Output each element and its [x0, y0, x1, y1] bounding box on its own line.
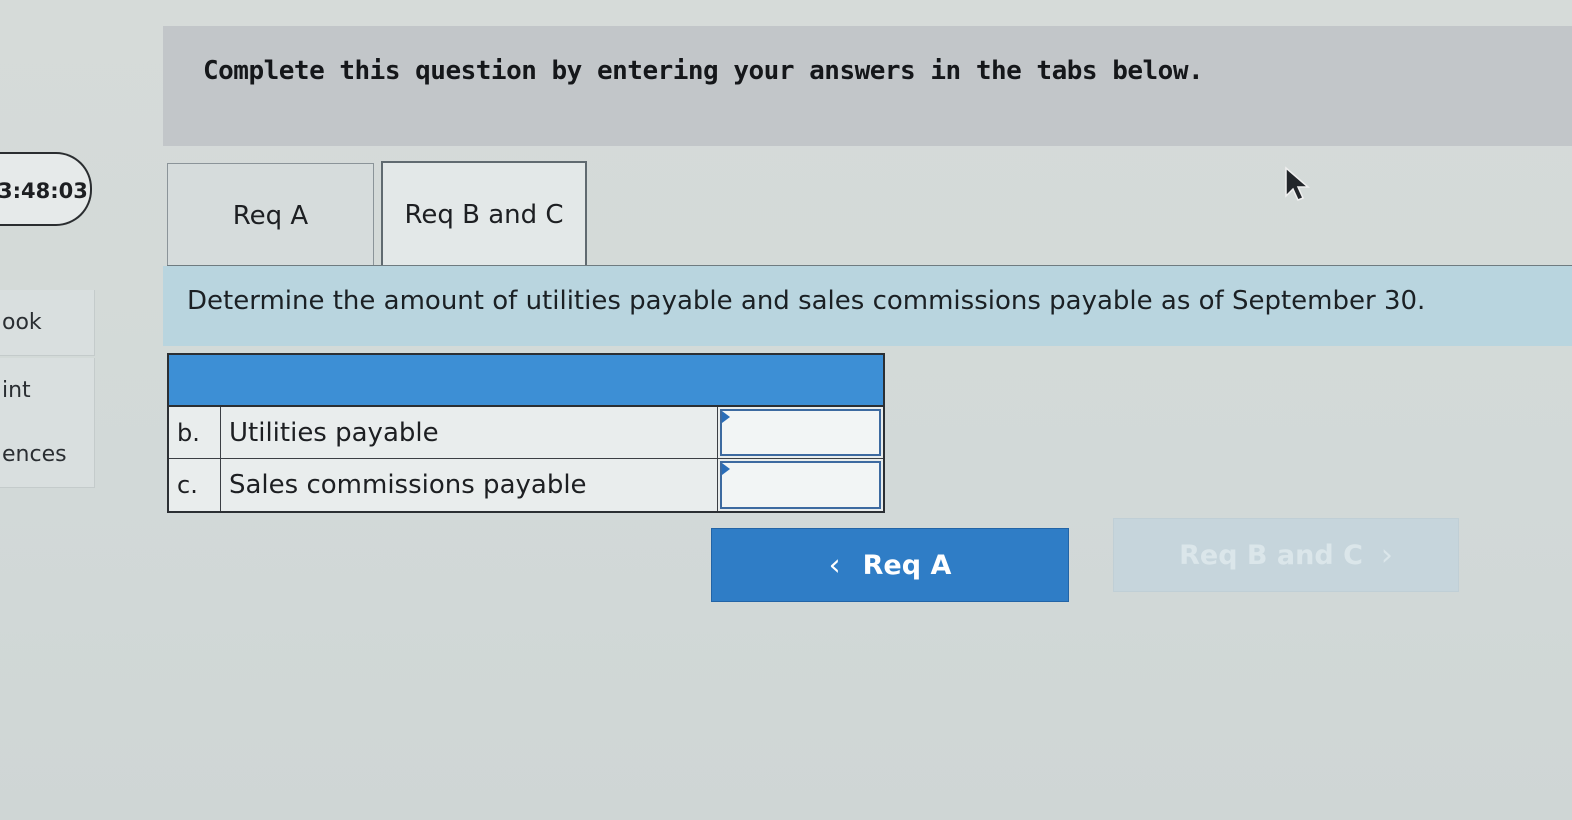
timer: 3:48:03 — [0, 152, 92, 226]
next-tab-label: Req B and C — [1179, 539, 1363, 571]
row-label: Sales commissions payable — [221, 459, 718, 511]
chevron-left-icon: ‹ — [828, 547, 841, 583]
table-row: b. Utilities payable — [169, 407, 883, 459]
page: 3:48:03 ook int ences Complete this ques… — [0, 0, 1572, 820]
chevron-right-icon: › — [1380, 537, 1393, 573]
table-header — [169, 355, 883, 407]
tab-req-b-and-c[interactable]: Req B and C — [381, 161, 587, 267]
sidebar-item-references[interactable]: ences — [0, 422, 95, 488]
input-marker-icon — [722, 463, 730, 475]
row-letter: b. — [169, 407, 221, 458]
table-row: c. Sales commissions payable — [169, 459, 883, 511]
input-marker-icon — [722, 411, 730, 423]
instruction-text: Complete this question by entering your … — [203, 56, 1204, 86]
row-letter: c. — [169, 459, 221, 511]
instruction-band: Complete this question by entering your … — [163, 26, 1572, 146]
sales-commissions-payable-input[interactable] — [722, 463, 879, 507]
question-prompt: Determine the amount of utilities payabl… — [187, 286, 1426, 316]
prev-tab-label: Req A — [862, 549, 952, 581]
sales-commissions-payable-input-cell — [720, 461, 881, 509]
tab-bar: Req A Req B and C — [167, 161, 1572, 267]
next-tab-button: Req B and C › — [1113, 518, 1459, 592]
prev-tab-button[interactable]: ‹ Req A — [711, 528, 1069, 602]
sidebar-item-ebook[interactable]: ook — [0, 290, 95, 356]
prompt-strip: Determine the amount of utilities payabl… — [163, 266, 1572, 346]
utilities-payable-input-cell — [720, 409, 881, 456]
utilities-payable-input[interactable] — [722, 411, 879, 454]
tab-req-a[interactable]: Req A — [167, 163, 374, 267]
mouse-cursor-icon — [1285, 166, 1311, 201]
sidebar-item-print[interactable]: int — [0, 358, 95, 424]
tab-label: Req A — [232, 200, 309, 231]
tab-label: Req B and C — [404, 200, 564, 230]
row-label: Utilities payable — [221, 407, 718, 458]
answer-table: b. Utilities payable c. Sales commission… — [167, 353, 885, 513]
